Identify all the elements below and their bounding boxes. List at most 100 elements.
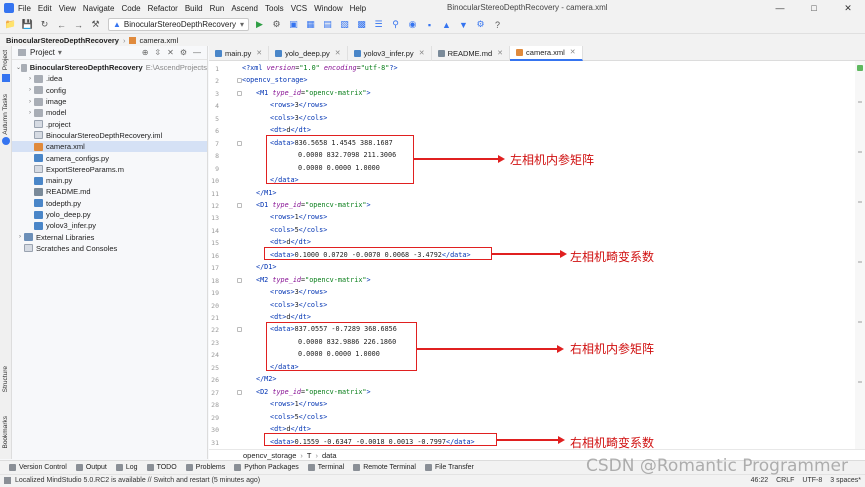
chevron-right-icon[interactable]: › [26,87,34,93]
gear-icon[interactable]: ⚙ [180,48,187,57]
caret-position[interactable]: 46:22 [751,477,769,484]
tree-item-yolov3-infer-py[interactable]: yolov3_infer.py [12,220,207,231]
tool-icon[interactable]: ▪ [423,18,436,31]
tab-yolov3-infer-py[interactable]: yolov3_infer.py ✕ [348,45,432,61]
menu-tools[interactable]: Tools [265,4,284,13]
tab-main-py[interactable]: main.py ✕ [209,45,270,61]
tree-item-binocularstereodepthrecovery-iml[interactable]: BinocularStereoDepthRecovery.iml [12,130,207,141]
structure-tool-button[interactable]: Structure [2,366,9,392]
sync-icon[interactable]: ↻ [38,18,51,31]
tool-window-output[interactable]: Output [75,464,107,471]
close-tab-icon[interactable]: ✕ [570,48,576,56]
project-tool-button[interactable]: Project [2,50,9,70]
tree-item-camera-xml[interactable]: camera.xml [12,141,207,153]
menu-navigate[interactable]: Navigate [83,4,115,13]
run-icon[interactable]: ▶ [253,18,266,31]
menu-help[interactable]: Help [350,4,366,13]
tool-window-log[interactable]: Log [115,464,138,471]
fold-marker-icon[interactable] [237,389,242,395]
chevron-right-icon[interactable]: › [26,99,34,105]
tree-item-model[interactable]: › model [12,107,207,118]
dataset-icon[interactable]: ▼ [457,18,470,31]
forward-icon[interactable]: → [72,18,85,31]
tab-camera-xml[interactable]: camera.xml ✕ [510,45,583,61]
tab-readme-md[interactable]: README.md ✕ [432,45,511,61]
minimize-icon[interactable]: — [763,0,797,16]
hammer-icon[interactable]: ⚒ [89,18,102,31]
editor-breadcrumb-data[interactable]: data [322,451,337,460]
menu-refactor[interactable]: Refactor [148,4,178,13]
tree-item-yolo-deep-py[interactable]: yolo_deep.py [12,209,207,220]
menu-run[interactable]: Run [210,4,225,13]
analyze-icon[interactable]: ◉ [406,18,419,31]
tool-window-python-packages[interactable]: Python Packages [234,464,299,471]
save-all-icon[interactable]: 💾 [21,18,34,31]
tool-window-file-transfer[interactable]: File Transfer [424,464,474,471]
menu-build[interactable]: Build [185,4,203,13]
tool-window-terminal[interactable]: Terminal [307,464,344,471]
inspection-ok-icon[interactable] [857,65,863,71]
editor-breadcrumb-type[interactable]: T [307,451,312,460]
fold-marker-icon[interactable] [237,277,242,283]
tree-item-camera-configs-py[interactable]: camera_configs.py [12,152,207,163]
log-icon[interactable]: ☰ [372,18,385,31]
sdk-icon[interactable]: ▲ [440,18,453,31]
menu-window[interactable]: Window [314,4,342,13]
tree-external-libraries[interactable]: › External Libraries [12,231,207,242]
tasks-icon[interactable] [2,137,10,145]
chevron-right-icon[interactable]: › [26,110,34,116]
project-panel-title[interactable]: Project [30,48,55,57]
menu-edit[interactable]: Edit [38,4,52,13]
tree-scratches[interactable]: Scratches and Consoles [12,243,207,254]
project-tool-icon[interactable] [2,74,10,82]
add-icon[interactable]: ⊕ [142,48,149,57]
menu-file[interactable]: File [18,4,31,13]
compile-icon[interactable]: ▤ [321,18,334,31]
tree-item-config[interactable]: › config [12,85,207,96]
close-tab-icon[interactable]: ✕ [335,49,341,57]
tree-item-main-py[interactable]: main.py [12,175,207,186]
tree-item-exportstereoparams-m[interactable]: ExportStereoParams.m [12,164,207,175]
status-message[interactable]: Localized MindStudio 5.0.RC2 is availabl… [15,477,260,484]
profile-icon[interactable]: ▣ [287,18,300,31]
editor-scrollbar[interactable] [855,61,865,449]
collapse-all-icon[interactable]: ⇳ [154,48,161,57]
status-expand-icon[interactable] [4,477,11,484]
close-tab-icon[interactable]: ✕ [497,49,503,57]
fold-marker-icon[interactable] [237,90,242,96]
tree-item--project[interactable]: .project [12,118,207,129]
device-icon[interactable]: ▩ [355,18,368,31]
fold-marker-icon[interactable] [237,140,242,146]
close-icon[interactable]: ✕ [831,0,865,16]
autumn-tasks-tool-button[interactable]: Autumn Tasks [2,94,9,135]
indent-setting[interactable]: 3 spaces* [830,477,861,484]
breadcrumb-project[interactable]: BinocularStereoDepthRecovery [6,36,119,45]
menu-ascend[interactable]: Ascend [231,4,258,13]
tool-window-problems[interactable]: Problems [185,464,225,471]
menu-code[interactable]: Code [121,4,140,13]
close-tab-icon[interactable]: ✕ [419,49,425,57]
run-config-select[interactable]: ▲ BinocularStereoDepthRecovery ▾ [108,18,249,31]
fold-marker-icon[interactable] [237,327,242,333]
fold-marker-icon[interactable] [237,202,242,208]
search-icon[interactable]: ⚲ [389,18,402,31]
tool-window-todo[interactable]: TODO [146,464,177,471]
breadcrumb-file[interactable]: camera.xml [139,36,178,45]
back-icon[interactable]: ← [55,18,68,31]
open-folder-icon[interactable]: 📁 [4,18,17,31]
code-editor[interactable]: 1 2 3 4 5 6 7 8 9 10 11 12 13 14 15 16 17 18 19 20 21 22 23 24 2… [209,61,855,450]
chevron-right-icon[interactable]: › [26,76,34,82]
fold-marker-icon[interactable] [237,78,242,84]
line-separator[interactable]: CRLF [776,477,794,484]
editor-breadcrumb-root[interactable]: opencv_storage [243,451,296,460]
deploy-icon[interactable]: ▧ [338,18,351,31]
debug-icon[interactable]: ⚙ [270,18,283,31]
help-icon[interactable]: ? [491,18,504,31]
tree-root-project[interactable]: ⌄ BinocularStereoDepthRecovery E:\AscendPr… [12,62,207,73]
tree-item--idea[interactable]: › .idea [12,73,207,84]
tool-window-version-control[interactable]: Version Control [9,464,67,471]
bookmarks-tool-button[interactable]: Bookmarks [2,416,9,449]
file-encoding[interactable]: UTF-8 [802,477,822,484]
settings-icon[interactable]: ⚙ [474,18,487,31]
menu-vcs[interactable]: VCS [291,4,307,13]
